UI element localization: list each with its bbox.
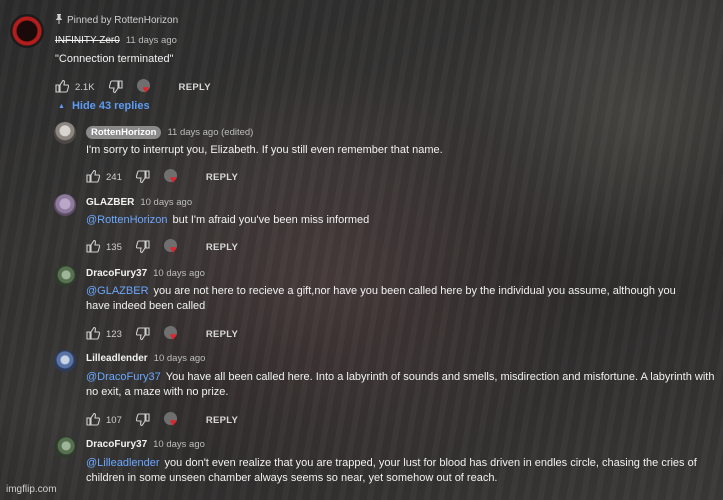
- comment-text: @RottenHorizon but I'm afraid you've been…: [86, 213, 716, 228]
- author-name[interactable]: INFINITY Zer0: [55, 35, 120, 46]
- thumb-up-icon[interactable]: [86, 169, 102, 184]
- comment-actions: 2.1K ♥ REPLY: [55, 79, 211, 96]
- comment-header: INFINITY Zer0 11 days ago: [55, 35, 177, 46]
- timestamp[interactable]: 10 days ago: [153, 439, 205, 450]
- author-name[interactable]: DracoFury37: [86, 439, 147, 450]
- timestamp[interactable]: 11 days ago: [126, 35, 177, 46]
- comment-actions: 241 ♥ REPLY: [86, 169, 238, 186]
- pinned-label: Pinned by RottenHorizon: [67, 15, 179, 26]
- comment-thread: Pinned by RottenHorizon INFINITY Zer0 11…: [0, 0, 723, 500]
- comment-text: "Connection terminated": [55, 53, 174, 65]
- thumb-up-icon[interactable]: [86, 239, 102, 254]
- author-name[interactable]: RottenHorizon: [86, 126, 162, 139]
- comment-actions: 107 ♥ REPLY: [86, 412, 238, 429]
- author-name[interactable]: GLAZBER: [86, 197, 134, 208]
- comment-actions: 135 ♥ REPLY: [86, 239, 238, 256]
- creator-heart-icon: ♥: [163, 239, 182, 256]
- comment-header: GLAZBER 10 days ago: [86, 197, 192, 208]
- thumb-down-icon[interactable]: [135, 327, 152, 341]
- pinned-indicator: Pinned by RottenHorizon: [55, 14, 178, 27]
- creator-heart-icon: ♥: [136, 79, 155, 96]
- avatar[interactable]: [54, 122, 76, 144]
- creator-heart-icon: ♥: [163, 412, 182, 429]
- timestamp[interactable]: 11 days ago (edited): [167, 127, 253, 138]
- caret-up-icon: ▲: [58, 102, 65, 110]
- like-count: 241: [106, 171, 122, 183]
- reply-button[interactable]: REPLY: [179, 82, 211, 93]
- comment-body: but I'm afraid you've been miss informed: [172, 214, 370, 226]
- author-name[interactable]: DracoFury37: [86, 268, 147, 279]
- comment-header: DracoFury37 10 days ago: [86, 439, 205, 450]
- thumb-down-icon[interactable]: [135, 413, 152, 427]
- comment-text: @Lilleadlender you don't even realize tha…: [86, 456, 711, 486]
- reply-button[interactable]: REPLY: [206, 329, 238, 340]
- timestamp[interactable]: 10 days ago: [153, 268, 205, 279]
- like-count: 135: [106, 241, 122, 253]
- thumb-down-icon[interactable]: [135, 240, 152, 254]
- avatar[interactable]: [10, 14, 44, 48]
- comment-text: @DracoFury37 You have all been called her…: [86, 370, 718, 400]
- comment-actions: 123 ♥ REPLY: [86, 326, 238, 343]
- timestamp[interactable]: 10 days ago: [140, 197, 192, 208]
- mention-link[interactable]: @Lilleadlender: [86, 457, 160, 469]
- watermark: imgflip.com: [6, 484, 57, 495]
- reply-button[interactable]: REPLY: [206, 172, 238, 183]
- comment-body: I'm sorry to interrupt you, Elizabeth. I…: [86, 144, 443, 156]
- hide-replies-button[interactable]: ▲ Hide 43 replies: [58, 100, 150, 112]
- thumb-down-icon[interactable]: [108, 80, 125, 94]
- comment-header: RottenHorizon 11 days ago (edited): [86, 126, 253, 139]
- comment-body: You have all been called here. Into a la…: [86, 371, 715, 398]
- thumb-down-icon[interactable]: [135, 170, 152, 184]
- avatar[interactable]: [54, 265, 76, 287]
- like-count: 2.1K: [75, 81, 95, 93]
- comment-body: you are not here to recieve a gift,nor h…: [86, 285, 676, 312]
- comment-header: DracoFury37 10 days ago: [86, 268, 205, 279]
- hide-replies-label: Hide 43 replies: [71, 100, 150, 112]
- reply-button[interactable]: REPLY: [206, 242, 238, 253]
- pin-icon: [55, 14, 63, 27]
- author-name[interactable]: Lilleadlender: [86, 353, 148, 364]
- reply-button[interactable]: REPLY: [206, 415, 238, 426]
- avatar[interactable]: [54, 436, 76, 458]
- thumb-up-icon[interactable]: [86, 326, 102, 341]
- avatar[interactable]: [54, 350, 76, 372]
- timestamp[interactable]: 10 days ago: [154, 353, 206, 364]
- thumb-up-icon[interactable]: [86, 412, 102, 427]
- avatar[interactable]: [54, 194, 76, 216]
- creator-heart-icon: ♥: [163, 326, 182, 343]
- comment-header: Lilleadlender 10 days ago: [86, 353, 205, 364]
- creator-heart-icon: ♥: [163, 169, 182, 186]
- comment-body: you don't even realize that you are trap…: [86, 457, 697, 484]
- comment-text: @GLAZBER you are not here to recieve a gi…: [86, 284, 698, 314]
- like-count: 107: [106, 414, 122, 426]
- thumb-up-icon[interactable]: [55, 79, 71, 94]
- comment-text: I'm sorry to interrupt you, Elizabeth. I…: [86, 143, 716, 158]
- like-count: 123: [106, 328, 122, 340]
- mention-link[interactable]: @GLAZBER: [86, 285, 149, 297]
- mention-link[interactable]: @RottenHorizon: [86, 214, 167, 226]
- mention-link[interactable]: @DracoFury37: [86, 371, 161, 383]
